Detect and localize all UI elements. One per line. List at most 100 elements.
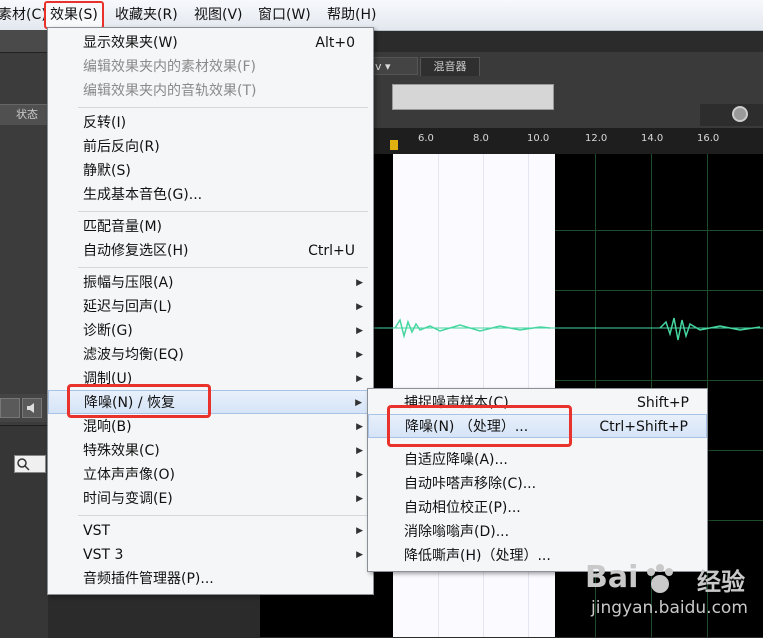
menu-item-label: 显示效果夹(W) bbox=[83, 35, 178, 51]
menu-item-label: 反转(I) bbox=[83, 115, 127, 131]
menu-item-reverse[interactable]: 前后反向(R) bbox=[48, 135, 373, 159]
menu-item-label: 静默(S) bbox=[83, 163, 131, 179]
grid-line bbox=[555, 230, 763, 231]
submenu-arrow-icon: ▶ bbox=[356, 350, 363, 360]
editor-file-tab[interactable]: v ▾ bbox=[370, 57, 418, 75]
menu-item-auto-phase-correction[interactable]: 自动相位校正(P)... bbox=[368, 496, 707, 520]
ruler-tick: 10.0 bbox=[527, 133, 550, 144]
menu-item-label: 编辑效果夹内的音轨效果(T) bbox=[83, 83, 257, 99]
watermark-url: jingyan.baidu.com bbox=[591, 598, 748, 618]
menu-window[interactable]: 窗口(W) bbox=[258, 0, 311, 30]
ruler-tick: 14.0 bbox=[641, 133, 664, 144]
menu-item-invert[interactable]: 反转(I) bbox=[48, 111, 373, 135]
grid-line bbox=[555, 290, 763, 291]
submenu-arrow-icon: ▶ bbox=[356, 326, 363, 336]
menu-item-plugin-manager[interactable]: 音频插件管理器(P)... bbox=[48, 567, 373, 591]
playhead-marker[interactable] bbox=[390, 140, 398, 150]
menu-item-delay-echo[interactable]: 延迟与回声(L) ▶ bbox=[48, 295, 373, 319]
menu-item-special[interactable]: 特殊效果(C) ▶ bbox=[48, 439, 373, 463]
ruler-tick: 6.0 bbox=[418, 133, 434, 144]
menu-item-label: VST 3 bbox=[83, 547, 124, 563]
overview-selection[interactable] bbox=[392, 84, 554, 110]
menu-separator bbox=[78, 515, 368, 516]
editor-file-tab-label: v bbox=[375, 60, 382, 73]
menu-separator bbox=[78, 211, 368, 212]
menu-item-edit-clip-effects: 编辑效果夹内的素材效果(F) bbox=[48, 55, 373, 79]
submenu-arrow-icon: ▶ bbox=[356, 278, 363, 288]
files-panel bbox=[0, 30, 48, 425]
menu-item-vst[interactable]: VST ▶ bbox=[48, 519, 373, 543]
menu-item-shortcut: Ctrl+U bbox=[308, 243, 355, 259]
highlight-box bbox=[387, 405, 572, 447]
menu-item-auto-heal[interactable]: 自动修复选区(H) Ctrl+U bbox=[48, 239, 373, 263]
menu-item-silence[interactable]: 静默(S) bbox=[48, 159, 373, 183]
tab-mixer[interactable]: 混音器 bbox=[420, 57, 480, 76]
submenu-arrow-icon: ▶ bbox=[356, 302, 363, 312]
submenu-arrow-icon: ▶ bbox=[356, 550, 363, 560]
menu-item-label: 自动修复选区(H) bbox=[83, 243, 189, 259]
status-column-label: 状态 bbox=[16, 108, 38, 121]
menu-material[interactable]: 素材(C) bbox=[0, 0, 47, 30]
menu-item-time-pitch[interactable]: 时间与变调(E) ▶ bbox=[48, 487, 373, 511]
menu-item-label: 生成基本音色(G)... bbox=[83, 187, 203, 203]
highlight-box bbox=[67, 384, 211, 418]
files-toolbar bbox=[0, 30, 48, 53]
menu-item-label: 消除嗡嗡声(D)... bbox=[404, 524, 510, 540]
submenu-arrow-icon: ▶ bbox=[356, 446, 363, 456]
menu-item-shortcut: Ctrl+Shift+P bbox=[599, 419, 688, 435]
menu-item-label: 诊断(G) bbox=[83, 323, 133, 339]
search-icon[interactable] bbox=[14, 455, 46, 473]
submenu-arrow-icon: ▶ bbox=[356, 526, 363, 536]
menu-item-match-volume[interactable]: 匹配音量(M) bbox=[48, 215, 373, 239]
menu-item-filter-eq[interactable]: 滤波与均衡(EQ) ▶ bbox=[48, 343, 373, 367]
menu-item-label: VST bbox=[83, 523, 111, 539]
menu-item-label: 立体声声像(O) bbox=[83, 467, 175, 483]
menu-help[interactable]: 帮助(H) bbox=[327, 0, 376, 30]
speaker-icon[interactable] bbox=[22, 398, 42, 418]
volume-knob[interactable] bbox=[732, 106, 748, 122]
paw-icon bbox=[647, 564, 673, 593]
menu-item-show-effects-rack[interactable]: 显示效果夹(W) Alt+0 bbox=[48, 31, 373, 55]
menu-item-auto-click-remover[interactable]: 自动咔嗒声移除(C)... bbox=[368, 472, 707, 496]
watermark-brand: Bai bbox=[585, 560, 639, 595]
menu-item-shortcut: Alt+0 bbox=[315, 35, 355, 51]
menu-item-generate-tone[interactable]: 生成基本音色(G)... bbox=[48, 183, 373, 207]
menu-item-shortcut: Shift+P bbox=[637, 395, 689, 411]
menu-item-label: 混响(B) bbox=[83, 419, 132, 435]
menu-separator bbox=[78, 267, 368, 268]
menu-effects[interactable]: 效果(S) bbox=[44, 1, 104, 29]
ruler-tick: 8.0 bbox=[473, 133, 489, 144]
menu-item-label: 匹配音量(M) bbox=[83, 219, 163, 235]
menu-item-edit-track-effects: 编辑效果夹内的音轨效果(T) bbox=[48, 79, 373, 103]
menu-item-amplitude[interactable]: 振幅与压限(A) ▶ bbox=[48, 271, 373, 295]
menu-item-diagnostics[interactable]: 诊断(G) ▶ bbox=[48, 319, 373, 343]
menu-item-label: 音频插件管理器(P)... bbox=[83, 571, 214, 587]
submenu-arrow-icon: ▶ bbox=[356, 494, 363, 504]
waveform bbox=[370, 317, 763, 341]
menu-item-label: 编辑效果夹内的素材效果(F) bbox=[83, 59, 256, 75]
menu-item-label: 前后反向(R) bbox=[83, 139, 160, 155]
menu-item-label: 特殊效果(C) bbox=[83, 443, 160, 459]
menu-item-label: 降低嘶声(H)（处理）... bbox=[404, 548, 551, 564]
menu-item-stereo[interactable]: 立体声声像(O) ▶ bbox=[48, 463, 373, 487]
ruler-tick: 16.0 bbox=[697, 133, 720, 144]
menu-item-adaptive-noise[interactable]: 自适应降噪(A)... bbox=[368, 448, 707, 472]
grid-line bbox=[555, 380, 763, 381]
menu-item-label: 振幅与压限(A) bbox=[83, 275, 174, 291]
submenu-arrow-icon: ▶ bbox=[356, 374, 363, 384]
menu-separator bbox=[78, 107, 368, 108]
menu-view[interactable]: 视图(V) bbox=[194, 0, 243, 30]
menu-item-label: 自适应降噪(A)... bbox=[404, 452, 508, 468]
menu-item-vst3[interactable]: VST 3 ▶ bbox=[48, 543, 373, 567]
submenu-arrow-icon: ▶ bbox=[356, 422, 363, 432]
menu-item-label: 延迟与回声(L) bbox=[83, 299, 172, 315]
baidu-watermark: Bai 经验 jingyan.baidu.com bbox=[585, 560, 763, 637]
ruler-tick: 12.0 bbox=[585, 133, 608, 144]
submenu-arrow-icon: ▶ bbox=[356, 470, 363, 480]
watermark-jingyan: 经验 bbox=[697, 568, 745, 596]
loop-button[interactable] bbox=[0, 398, 20, 418]
menu-item-dehummer[interactable]: 消除嗡嗡声(D)... bbox=[368, 520, 707, 544]
menu-item-reverb[interactable]: 混响(B) ▶ bbox=[48, 415, 373, 439]
menu-item-label: 滤波与均衡(EQ) bbox=[83, 347, 184, 363]
menu-favorites[interactable]: 收藏夹(R) bbox=[115, 0, 178, 30]
